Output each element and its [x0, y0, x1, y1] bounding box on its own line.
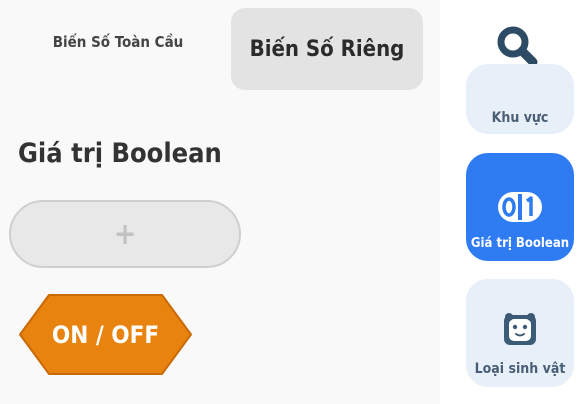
- tab-global-variables[interactable]: Biến Số Toàn Cầu: [20, 10, 216, 74]
- boolean-variable-label: ON / OFF: [51, 320, 160, 349]
- search-icon[interactable]: [493, 22, 541, 70]
- category-region-label: Khu vực: [491, 110, 549, 126]
- category-boolean-label: Giá trị Boolean: [470, 236, 570, 251]
- add-variable-button[interactable]: +: [9, 200, 241, 268]
- creature-icon: [500, 309, 540, 353]
- section-title: Giá trị Boolean: [18, 138, 222, 169]
- plus-icon: +: [113, 216, 137, 252]
- category-boolean[interactable]: Giá trị Boolean: [466, 153, 574, 261]
- boolean-variable-block[interactable]: ON / OFF: [19, 293, 192, 376]
- tab-global-label: Biến Số Toàn Cầu: [52, 33, 184, 51]
- editor-panel: Biến Số Toàn Cầu Biến Số Riêng Giá trị B…: [0, 0, 440, 404]
- tab-private-variables[interactable]: Biến Số Riêng: [231, 8, 423, 90]
- category-region[interactable]: Khu vực: [466, 64, 574, 134]
- boolean-icon: [496, 190, 544, 228]
- category-creature[interactable]: Loại sinh vật: [466, 279, 574, 387]
- tab-private-label: Biến Số Riêng: [249, 36, 405, 62]
- category-creature-label: Loại sinh vật: [474, 361, 566, 377]
